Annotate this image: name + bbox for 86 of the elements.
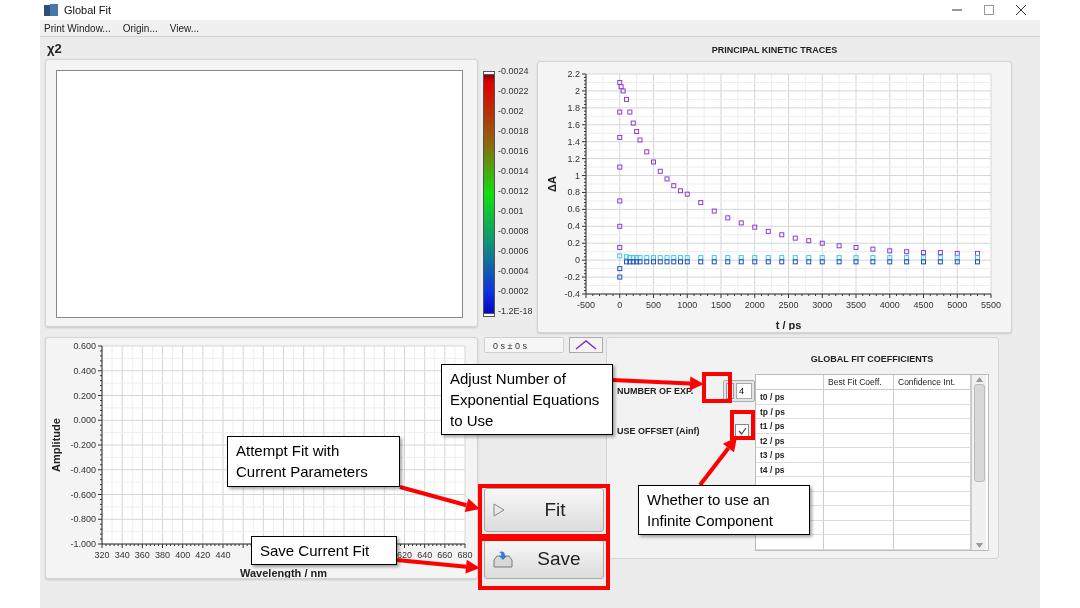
menu-item[interactable]: Print Window... (44, 22, 111, 34)
tick-label: 0 (617, 300, 623, 310)
row-header: t4 / ps (756, 462, 824, 477)
column-header: Best Fit Coeff. (824, 375, 894, 390)
scale-label: -0.0012 (498, 186, 530, 196)
tick-label: 680 (457, 550, 473, 560)
tick-label: -500 (577, 300, 595, 310)
scale-label: -0.0018 (498, 126, 530, 136)
tick-label: -0.400 (70, 464, 96, 475)
tick-label: 1.2 (567, 153, 580, 164)
control-label: NUMBER OF EXP. (617, 386, 694, 396)
tick-label: 4500 (913, 300, 934, 310)
tick-label: 0.400 (73, 365, 96, 376)
callout-box: Save Current Fit (251, 536, 397, 565)
window-title: Global Fit (64, 4, 112, 16)
scale-label: -0.0014 (498, 166, 530, 176)
tick-label: 2500 (778, 300, 799, 310)
save-button[interactable]: Save (484, 539, 604, 579)
scale-label: -0.001 (498, 206, 525, 216)
row-header: tp / ps (756, 404, 824, 419)
tick-label: -0.200 (70, 440, 96, 450)
tick-label: 2.2 (567, 69, 580, 79)
tick-label: 640 (417, 550, 433, 560)
tick-label: 660 (437, 550, 453, 560)
chart-title: PRINCIPAL KINETIC TRACES (711, 44, 838, 57)
fit-button[interactable]: Fit (484, 488, 604, 532)
scale-label: -0.0008 (498, 226, 530, 236)
tick-label: 2 (575, 85, 580, 96)
tick-label: 0 (575, 255, 580, 266)
time-field[interactable]: 0 s ± 0 s (484, 337, 564, 353)
row-header: t2 / ps (756, 433, 824, 448)
tick-label: 5500 (981, 300, 1001, 310)
scale-label: -0.0016 (498, 146, 530, 156)
tick-label: 400 (175, 550, 191, 560)
callout-box: Adjust Number of Exponential Equations to Use (441, 364, 613, 435)
menu-item[interactable]: View... (169, 22, 199, 34)
tick-label: 0.000 (73, 415, 96, 426)
tick-label: 0.200 (73, 390, 96, 401)
scale-label: -0.0006 (498, 246, 530, 256)
tick-label: 1000 (677, 300, 698, 310)
tick-label: 0.6 (567, 204, 580, 215)
scale-label: -0.0004 (498, 266, 530, 276)
scale-label: -0.0002 (498, 286, 530, 296)
tick-label: 1.6 (567, 119, 580, 130)
tick-label: -0.4 (564, 289, 580, 299)
callout-box: Whether to use an Infinite Component (638, 485, 810, 535)
tick-label: 1500 (711, 300, 731, 310)
tick-label: 620 (397, 550, 412, 560)
callout-box: Attempt Fit with Current Parameters (227, 436, 400, 487)
tick-label: -0.600 (70, 489, 96, 500)
row-header: t1 / ps (756, 419, 824, 434)
tick-label: 3000 (812, 300, 833, 310)
spinner-value: 4 (736, 383, 752, 399)
table-title: GLOBAL FIT COEFFICIENTS (810, 353, 934, 366)
menu-item[interactable]: Origin... (122, 22, 158, 34)
tick-label: 0.2 (567, 238, 580, 249)
tick-label: 340 (114, 550, 130, 560)
scale-label: -0.0022 (498, 86, 530, 96)
tick-label: 0.600 (73, 341, 96, 351)
tick-label: 420 (195, 550, 211, 560)
row-header: t0 / ps (756, 390, 824, 405)
axis-title: ΔA (546, 176, 558, 192)
scale-label: -0.002 (498, 106, 525, 116)
control-label: USE OFFSET (Ainf) (617, 426, 700, 436)
tick-label: 380 (155, 550, 170, 560)
tick-label: 360 (134, 550, 150, 560)
tick-label: 3500 (846, 300, 866, 310)
tick-label: 440 (215, 550, 231, 560)
tick-label: -0.2 (564, 272, 580, 283)
tick-label: 500 (646, 300, 661, 310)
tick-label: 0.4 (567, 221, 580, 232)
tick-label: -0.800 (70, 514, 96, 525)
tick-label: 0.8 (567, 187, 580, 198)
panel-label: χ2 (46, 40, 63, 58)
scale-label: -1.2E-18 (498, 306, 533, 316)
tick-label: 1 (575, 170, 580, 181)
tick-label: 1.8 (567, 102, 580, 113)
tick-label: 1.4 (567, 136, 580, 147)
scale-label: -0.0024 (498, 66, 530, 76)
tick-label: -1.000 (70, 539, 96, 549)
tick-label: 2000 (744, 300, 765, 310)
tick-label: 4000 (879, 300, 900, 310)
tick-label: 5000 (947, 300, 968, 310)
row-header: t3 / ps (756, 448, 824, 463)
axis-title: Amplitude (50, 418, 62, 472)
tick-label: 320 (94, 550, 110, 560)
